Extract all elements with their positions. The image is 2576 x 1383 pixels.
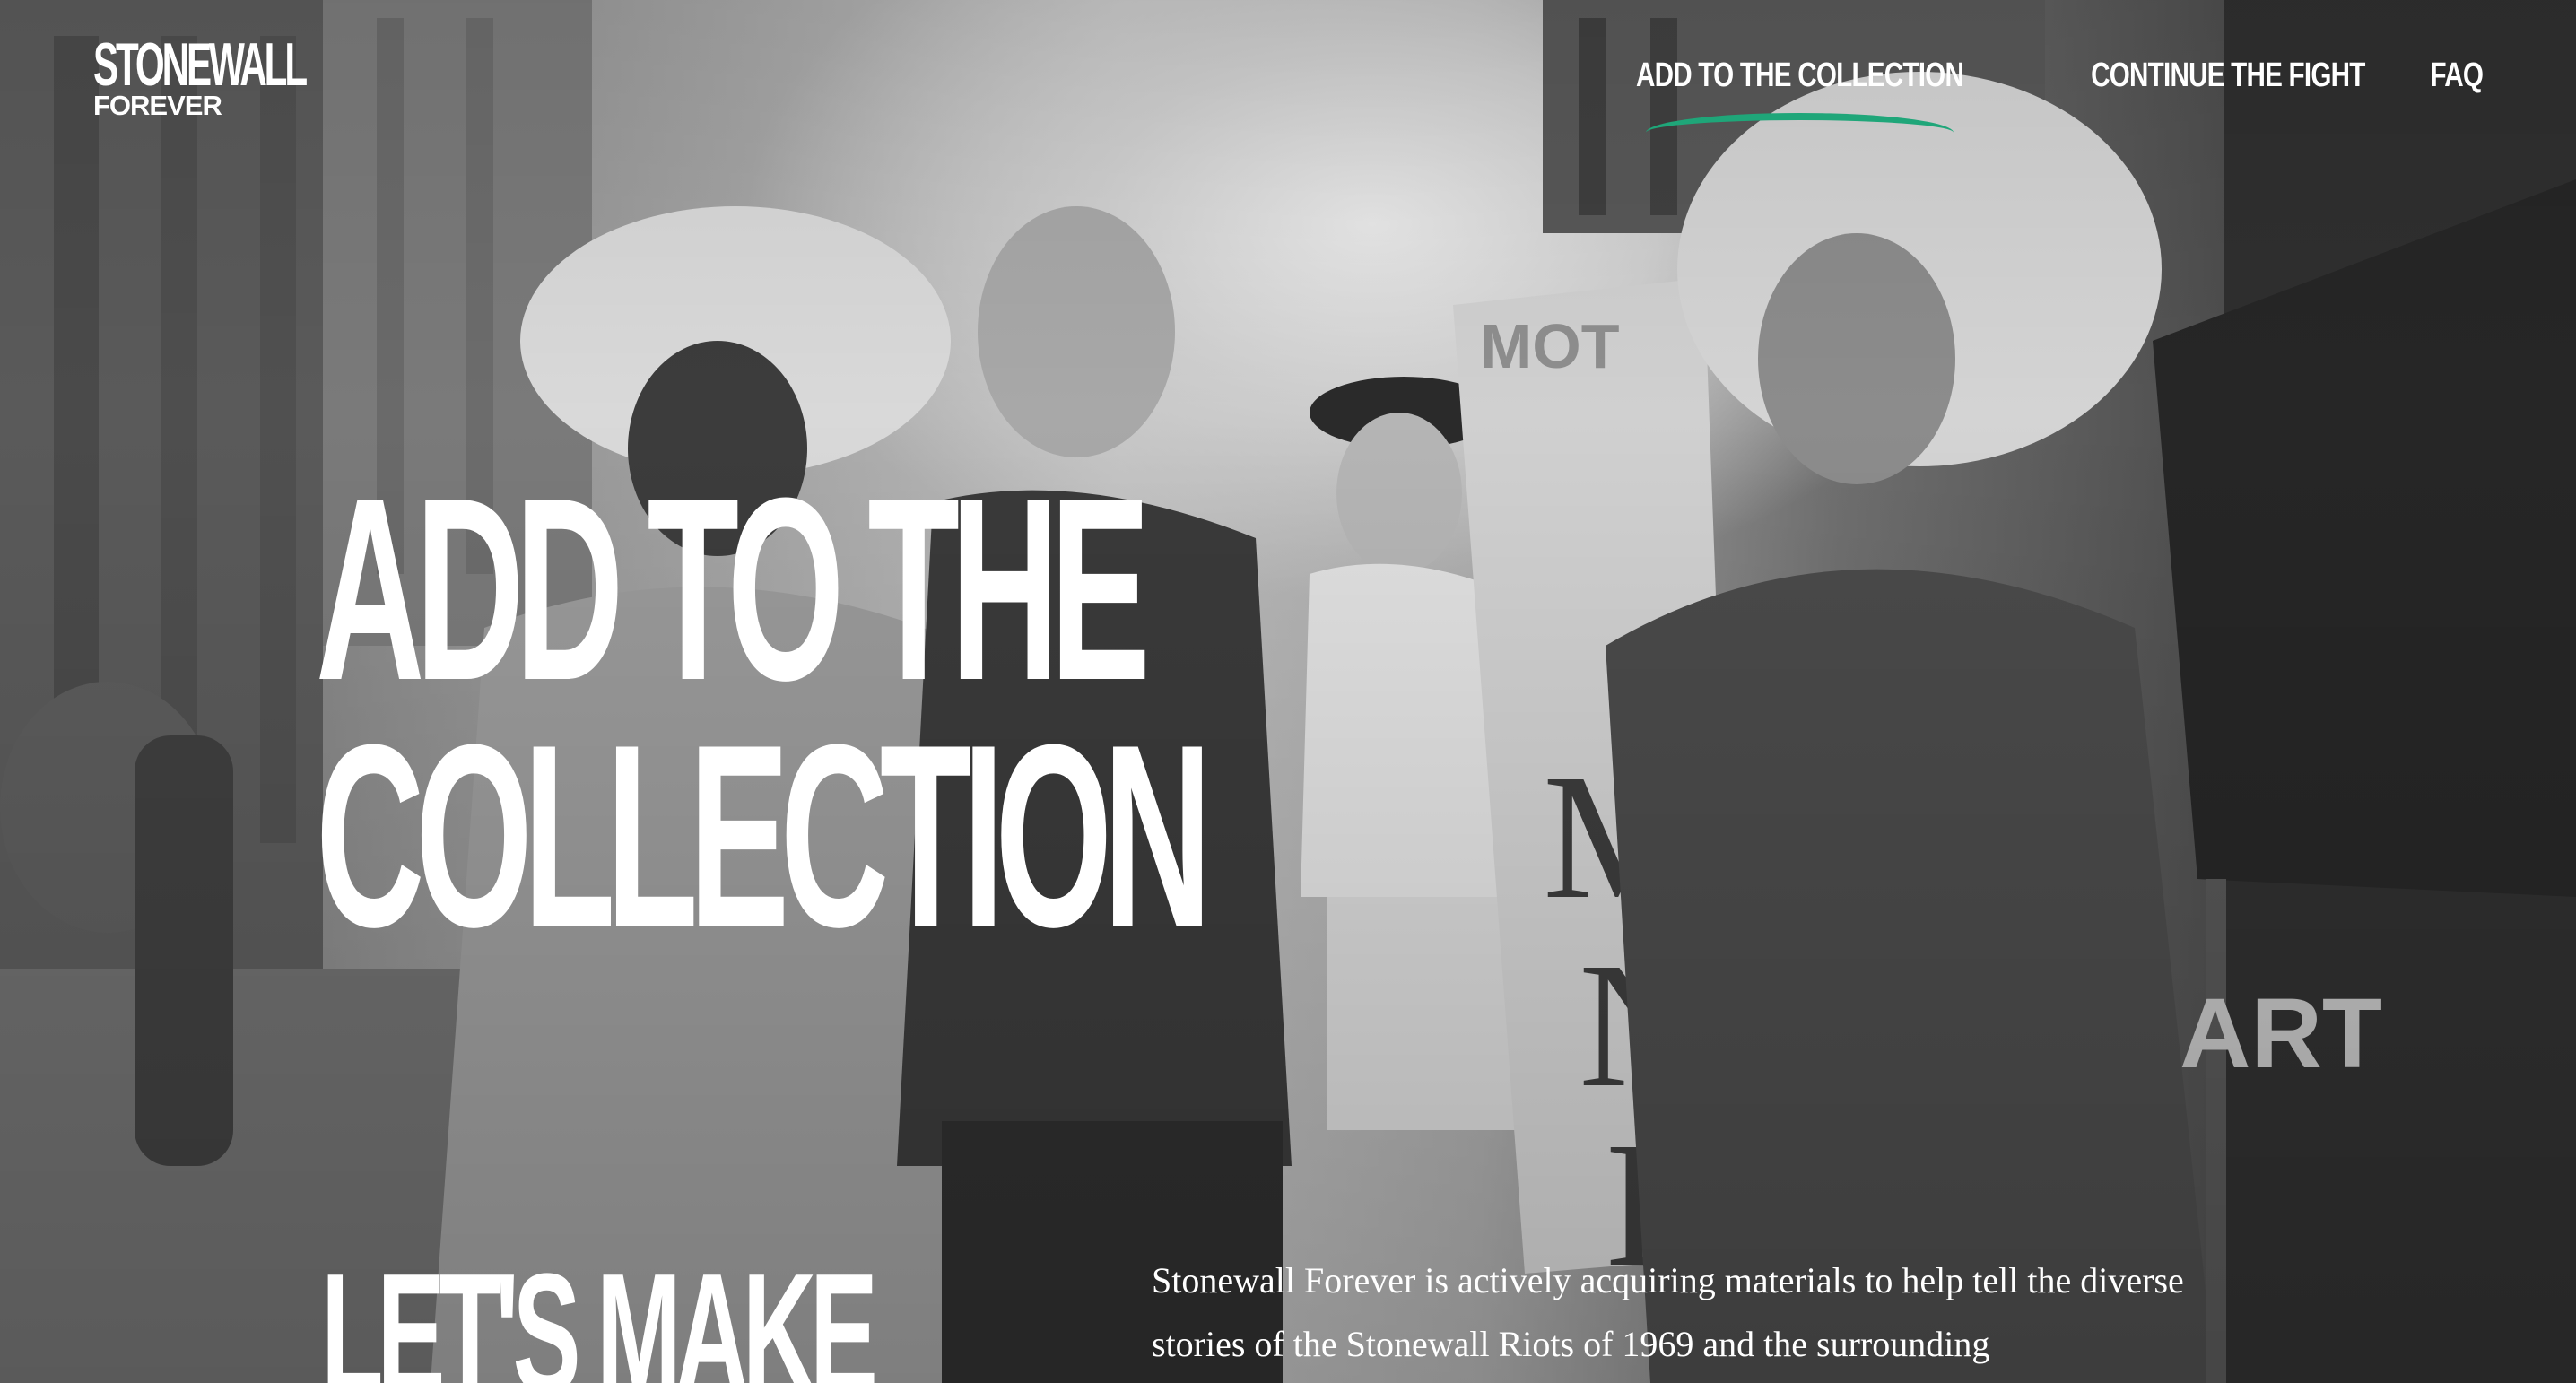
nav-item-label: CONTINUE THE FIGHT [2091, 57, 2365, 94]
main-nav: ADD TO THE COLLECTION CONTINUE THE FIGHT… [1544, 57, 2484, 120]
section-heading: LET'S MAKE [321, 1239, 878, 1383]
nav-item-continue-the-fight[interactable]: CONTINUE THE FIGHT [2091, 57, 2365, 94]
page-title: ADD TO THE COLLECTION [316, 444, 1212, 981]
nav-item-faq[interactable]: FAQ [2430, 57, 2483, 93]
nav-item-label: FAQ [2430, 57, 2483, 94]
page-title-line-2: COLLECTION [316, 691, 1212, 981]
page: MOT M NI B ART STONEWALL FOREVER ADD TO … [0, 0, 2576, 1383]
site-logo[interactable]: STONEWALL FOREVER [93, 30, 308, 119]
nav-item-add-to-the-collection[interactable]: ADD TO THE COLLECTION [1636, 57, 1964, 120]
nav-item-label: ADD TO THE COLLECTION [1636, 57, 1964, 94]
logo-line-1: STONEWALL [93, 30, 308, 99]
page-title-line-1: ADD TO THE [316, 444, 1151, 735]
intro-paragraph: Stonewall Forever is actively acquiring … [1152, 1260, 2184, 1364]
